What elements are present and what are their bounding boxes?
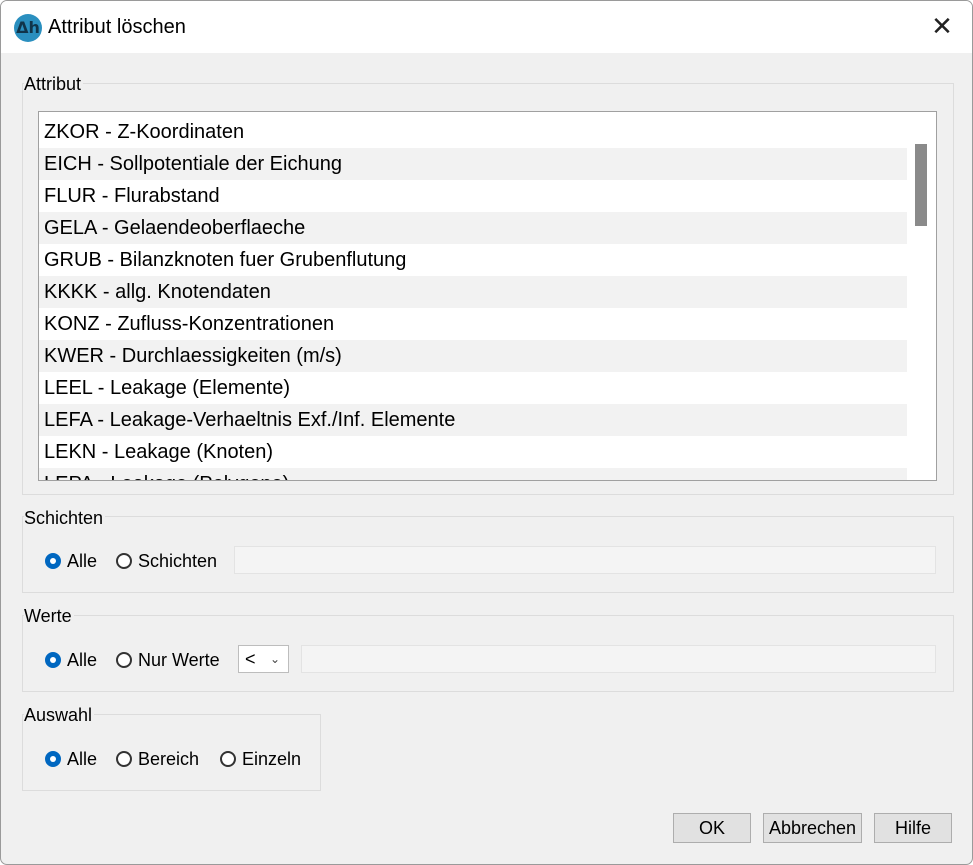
radio-checked-icon bbox=[45, 652, 61, 668]
auswahl-radio-einzeln-label: Einzeln bbox=[242, 748, 302, 769]
radio-unchecked-icon bbox=[220, 751, 236, 767]
window-title: Attribut löschen bbox=[48, 16, 186, 38]
attribut-listbox[interactable]: ZKOR - Z-Koordinaten EICH - Sollpotential… bbox=[38, 111, 937, 481]
list-item[interactable]: GRUB - Bilanzknoten fuer Grubenflutung bbox=[39, 244, 907, 276]
operator-value: < bbox=[245, 648, 256, 669]
werte-input[interactable] bbox=[301, 645, 936, 673]
schichten-legend: Schichten bbox=[24, 508, 106, 529]
schichten-input[interactable] bbox=[234, 546, 936, 574]
radio-unchecked-icon bbox=[116, 751, 132, 767]
auswahl-radio-alle-label: Alle bbox=[67, 748, 98, 769]
auswahl-legend: Auswahl bbox=[24, 705, 95, 726]
list-item[interactable]: KWER - Durchlaessigkeiten (m/s) bbox=[39, 340, 907, 372]
chevron-down-icon: ⌄ bbox=[269, 652, 280, 666]
attribut-legend: Attribut bbox=[24, 74, 84, 95]
help-button[interactable]: Hilfe bbox=[874, 813, 952, 843]
radio-checked-icon bbox=[45, 751, 61, 767]
scrollbar-thumb[interactable] bbox=[915, 144, 927, 226]
ok-button[interactable]: OK bbox=[673, 813, 751, 843]
cancel-button[interactable]: Abbrechen bbox=[763, 813, 862, 843]
title-bar: Δh Attribut löschen ✕ bbox=[1, 1, 972, 53]
schichten-radio-schichten-label: Schichten bbox=[138, 550, 218, 571]
close-button[interactable]: ✕ bbox=[912, 1, 972, 53]
werte-radio-alle-label: Alle bbox=[67, 649, 98, 670]
list-item[interactable]: KONZ - Zufluss-Konzentrationen bbox=[39, 308, 907, 340]
list-item[interactable]: ZKOR - Z-Koordinaten bbox=[39, 116, 907, 148]
werte-radio-nur-werte[interactable]: Nur Werte bbox=[116, 648, 220, 672]
auswahl-radio-alle[interactable]: Alle bbox=[45, 747, 97, 771]
list-item[interactable]: LEKN - Leakage (Knoten) bbox=[39, 436, 907, 468]
app-logo-icon: Δh bbox=[14, 14, 42, 42]
radio-unchecked-icon bbox=[116, 652, 132, 668]
operator-dropdown[interactable]: < ⌄ bbox=[238, 645, 289, 673]
radio-unchecked-icon bbox=[116, 553, 132, 569]
list-item[interactable]: KKKK - allg. Knotendaten bbox=[39, 276, 907, 308]
schichten-radio-alle[interactable]: Alle bbox=[45, 549, 97, 573]
radio-checked-icon bbox=[45, 553, 61, 569]
list-item[interactable]: LEEL - Leakage (Elemente) bbox=[39, 372, 907, 404]
werte-radio-nur-werte-label: Nur Werte bbox=[138, 649, 220, 670]
schichten-radio-schichten[interactable]: Schichten bbox=[116, 549, 217, 573]
schichten-radio-alle-label: Alle bbox=[67, 550, 98, 571]
auswahl-radio-bereich-label: Bereich bbox=[138, 748, 200, 769]
close-icon: ✕ bbox=[931, 12, 953, 42]
list-item[interactable]: LEPA - Leakage (Polygone) bbox=[39, 468, 907, 480]
auswahl-radio-bereich[interactable]: Bereich bbox=[116, 747, 199, 771]
auswahl-radio-einzeln[interactable]: Einzeln bbox=[220, 747, 301, 771]
dialog-window: Δh Attribut löschen ✕ Attribut ZKOR - Z-… bbox=[0, 0, 973, 865]
list-item[interactable]: FLUR - Flurabstand bbox=[39, 180, 907, 212]
werte-radio-alle[interactable]: Alle bbox=[45, 648, 97, 672]
list-item[interactable]: EICH - Sollpotentiale der Eichung bbox=[39, 148, 907, 180]
werte-legend: Werte bbox=[24, 606, 74, 627]
list-item[interactable]: GELA - Gelaendeoberflaeche bbox=[39, 212, 907, 244]
vertical-scrollbar[interactable] bbox=[908, 112, 936, 480]
attribut-list: ZKOR - Z-Koordinaten EICH - Sollpotential… bbox=[39, 116, 909, 480]
list-item[interactable]: LEFA - Leakage-Verhaeltnis Exf./Inf. Ele… bbox=[39, 404, 907, 436]
